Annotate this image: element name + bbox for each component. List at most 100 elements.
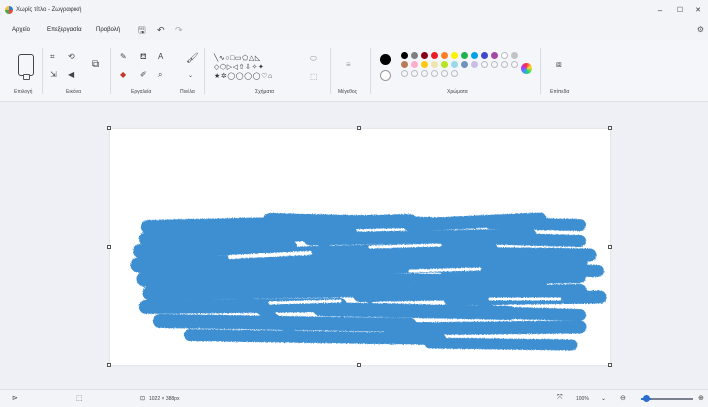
zoom-level-select[interactable]: 100% [576, 396, 589, 402]
brush-dropdown-icon[interactable]: ⌄ [188, 72, 193, 81]
color-swatch[interactable] [501, 52, 508, 59]
color-swatch[interactable] [441, 61, 448, 68]
drawing-canvas[interactable] [110, 129, 610, 365]
color-swatch[interactable] [411, 52, 418, 59]
group-label-layers: Επίπεδα [550, 89, 570, 95]
color-swatch[interactable] [461, 61, 468, 68]
text-icon[interactable]: A [158, 52, 163, 61]
size-icon[interactable]: ≡ [346, 60, 351, 69]
resize-handle[interactable] [357, 363, 361, 367]
zoom-slider-thumb[interactable] [643, 395, 650, 402]
scribble-stroke [383, 320, 587, 336]
resize-handle[interactable] [608, 363, 612, 367]
color-palette [401, 52, 519, 77]
secondary-color-swatch[interactable] [380, 70, 391, 81]
zoom-out-icon[interactable]: ⊖ [620, 394, 626, 402]
undo-icon[interactable]: ↶ [157, 25, 165, 35]
scribble-stroke [433, 246, 597, 262]
resize-handle[interactable] [107, 245, 111, 249]
resize-handle[interactable] [107, 126, 111, 130]
fill-icon[interactable]: ⛾ [140, 52, 147, 61]
color-swatch[interactable] [471, 52, 478, 59]
empty-color-swatch[interactable] [491, 61, 498, 68]
minimize-button[interactable]: – [652, 5, 668, 17]
rotate-icon[interactable]: ⟲ [68, 52, 75, 61]
menu-view[interactable]: Προβολή [96, 27, 120, 33]
shapes-gallery[interactable]: ╲∿○□▭⬠△◺ ◇⬡▷◁⇧⇩✧✦ ★✲◯◯◯◯♡⌂ [214, 54, 273, 81]
empty-color-swatch[interactable] [411, 70, 418, 77]
ribbon-divider [42, 48, 43, 94]
flip-icon[interactable]: ◀ [68, 70, 74, 79]
blue-scribble-drawing [130, 212, 607, 351]
cursor-position-icon: ⊳ [12, 395, 18, 402]
color-swatch[interactable] [421, 61, 428, 68]
canvas-area [0, 103, 708, 389]
gear-icon[interactable]: ⚙ [697, 25, 704, 34]
empty-color-swatch[interactable] [481, 61, 488, 68]
color-swatch[interactable] [471, 61, 478, 68]
scribble-stroke [130, 253, 338, 273]
empty-color-swatch[interactable] [441, 70, 448, 77]
zoom-slider-track[interactable] [651, 398, 693, 400]
color-swatch[interactable] [511, 52, 518, 59]
chevron-down-icon[interactable]: ⌄ [601, 395, 606, 402]
color-swatch[interactable] [441, 52, 448, 59]
resize-handle[interactable] [357, 126, 361, 130]
fill-shape-icon[interactable]: ⬚ [310, 72, 318, 81]
brush-icon[interactable]: 🖌 [186, 54, 199, 64]
empty-color-swatch[interactable] [401, 70, 408, 77]
maximize-button[interactable]: ☐ [672, 5, 688, 17]
color-picker-icon[interactable]: ✐ [140, 70, 147, 79]
outline-icon[interactable]: ⬭ [310, 54, 317, 63]
fit-to-window-icon[interactable]: ⤧ [557, 394, 563, 402]
resize-handle[interactable] [107, 363, 111, 367]
edit-colors-icon[interactable] [521, 63, 532, 74]
menu-file[interactable]: Αρχείο [12, 27, 30, 33]
group-label-colors: Χρώματα [447, 89, 468, 95]
window-title: Χωρίς τίτλο - Ζωγραφική [16, 7, 82, 13]
zoom-in-icon[interactable]: ⊕ [698, 394, 704, 402]
redo-icon[interactable]: ↷ [175, 25, 183, 35]
magnifier-icon[interactable]: ⌕ [158, 70, 162, 79]
empty-color-swatch[interactable] [421, 70, 428, 77]
layers-icon[interactable]: ⧈ [556, 60, 562, 69]
close-button[interactable]: ✕ [690, 5, 706, 17]
eraser-icon[interactable]: ◆ [120, 70, 126, 79]
primary-color-swatch[interactable] [380, 54, 391, 65]
color-swatch[interactable] [401, 61, 408, 68]
resize-icon[interactable]: ⇲ [50, 70, 57, 79]
shapes-row[interactable]: ★✲◯◯◯◯♡⌂ [214, 72, 273, 81]
save-icon[interactable]: 🖫 [138, 25, 146, 35]
selection-tool-icon[interactable] [18, 54, 34, 80]
empty-color-swatch[interactable] [501, 61, 508, 68]
empty-color-swatch[interactable] [431, 70, 438, 77]
ribbon-divider [330, 48, 331, 94]
shapes-row[interactable]: ◇⬡▷◁⇧⇩✧✦ [214, 63, 273, 72]
pencil-icon[interactable]: ✎ [120, 52, 127, 61]
color-swatch[interactable] [461, 52, 468, 59]
scribble-stroke [434, 305, 586, 321]
color-swatch[interactable] [491, 52, 498, 59]
color-swatch[interactable] [431, 52, 438, 59]
color-swatch[interactable] [411, 61, 418, 68]
color-swatch[interactable] [481, 52, 488, 59]
scribble-stroke [184, 329, 446, 345]
color-swatch[interactable] [421, 52, 428, 59]
scribble-gap [368, 243, 442, 249]
empty-color-swatch[interactable] [451, 70, 458, 77]
image-select-icon[interactable]: ⧉ [92, 60, 99, 70]
ribbon-divider [540, 48, 541, 94]
crop-icon[interactable]: ⌗ [50, 52, 55, 61]
color-swatch[interactable] [401, 52, 408, 59]
resize-handle[interactable] [608, 126, 612, 130]
color-swatch[interactable] [431, 61, 438, 68]
color-swatch[interactable] [451, 61, 458, 68]
menu-edit[interactable]: Επεξεργασία [47, 27, 82, 33]
color-swatch[interactable] [451, 52, 458, 59]
empty-color-swatch[interactable] [511, 61, 518, 68]
ribbon-divider [110, 48, 111, 94]
resize-handle[interactable] [608, 245, 612, 249]
paint-app-icon [5, 6, 13, 14]
title-bar: Χωρίς τίτλο - Ζωγραφική – ☐ ✕ [0, 0, 708, 20]
shapes-row[interactable]: ╲∿○□▭⬠△◺ [214, 54, 273, 63]
